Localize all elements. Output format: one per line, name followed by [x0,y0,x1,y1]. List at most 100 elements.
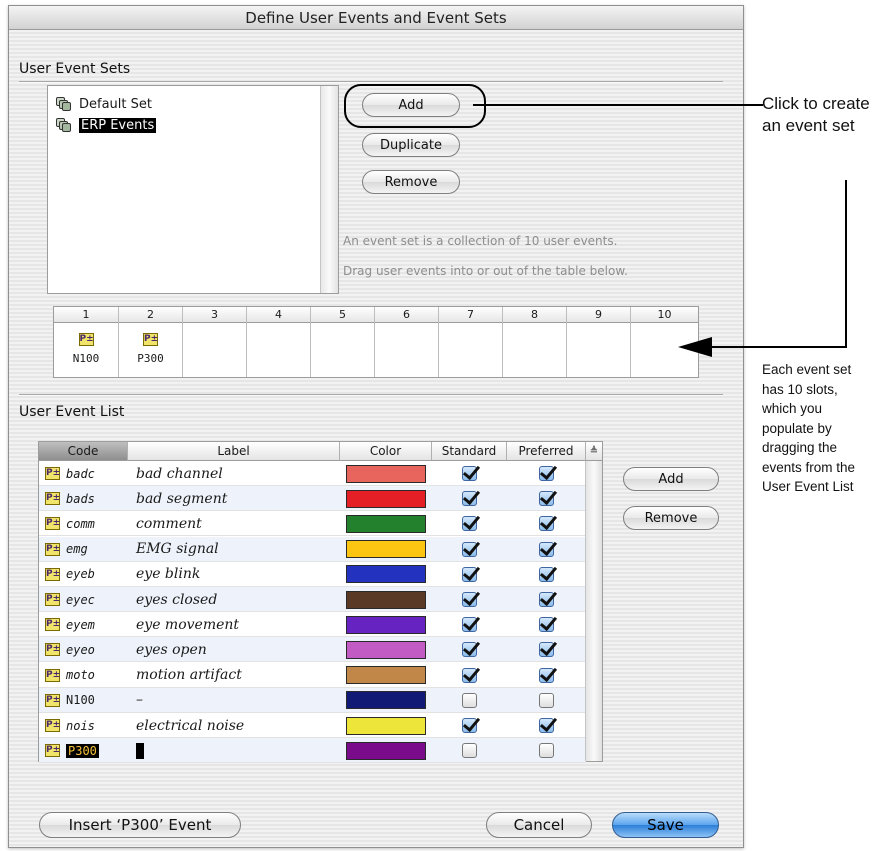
preferred-checkbox[interactable] [539,743,554,759]
color-cell[interactable] [340,738,432,763]
code-cell[interactable]: P± eyeo [45,637,127,662]
col-header-color[interactable]: Color [340,442,432,461]
color-swatch[interactable] [346,666,426,685]
preferred-checkbox[interactable] [539,642,554,658]
slot-7[interactable]: 7 [439,307,503,377]
table-row[interactable]: P± nois electrical noise [39,713,586,738]
table-row[interactable]: P± badc bad channel [39,461,586,486]
preferred-checkbox[interactable] [539,541,554,557]
color-cell[interactable] [340,713,432,738]
standard-checkbox[interactable] [462,642,477,658]
table-row[interactable]: P± eyeo eyes open [39,637,586,663]
color-swatch[interactable] [346,640,426,659]
sets-list-scrollbar[interactable] [320,86,338,293]
color-cell[interactable] [340,612,432,637]
insert-event-button[interactable]: Insert ‘P300’ Event [39,812,241,838]
code-cell[interactable]: P± eyeb [45,562,127,587]
label-cell[interactable]: bad segment [128,486,340,511]
standard-checkbox[interactable] [462,743,477,759]
table-row[interactable]: P± eyeb eye blink [39,562,586,587]
preferred-checkbox[interactable] [539,667,554,683]
standard-checkbox[interactable] [462,466,477,481]
color-swatch[interactable] [346,615,426,634]
color-cell[interactable] [340,688,432,713]
code-cell[interactable]: P± N100 [45,688,127,713]
add-event-button[interactable]: Add [623,467,719,491]
table-row[interactable]: P± moto motion artifact [39,663,586,688]
standard-checkbox[interactable] [462,491,477,507]
remove-event-button[interactable]: Remove [623,506,719,530]
color-swatch[interactable] [346,514,426,533]
preferred-checkbox[interactable] [539,516,554,532]
color-cell[interactable] [340,511,432,536]
user-event-table[interactable]: Code Label Color Standard Preferred ≜ P±… [38,441,603,764]
color-swatch[interactable] [346,565,426,584]
col-header-code[interactable]: Code [39,442,128,461]
code-cell[interactable]: P± moto [45,663,127,688]
code-cell[interactable]: P± P300 [45,738,127,763]
color-cell[interactable] [340,637,432,662]
color-swatch[interactable] [346,540,426,559]
table-row[interactable]: P± bads bad segment [39,486,586,512]
standard-checkbox[interactable] [462,566,477,582]
slot-4[interactable]: 4 [247,307,311,377]
table-row[interactable]: P± N100 – [39,687,586,713]
save-button[interactable]: Save [612,812,719,838]
table-row[interactable]: P± emg EMG signal [39,536,586,562]
label-cell[interactable]: electrical noise [128,713,340,738]
set-item-default[interactable]: Default Set [56,94,152,114]
slot-3[interactable]: 3 [183,307,247,377]
slot-1[interactable]: 1 P± N100 [54,307,119,377]
color-cell[interactable] [340,663,432,688]
slot-9[interactable]: 9 [567,307,631,377]
col-header-preferred[interactable]: Preferred [507,442,586,461]
slot-8[interactable]: 8 [503,307,567,377]
label-cell[interactable]: eye movement [128,612,340,637]
color-cell[interactable] [340,587,432,612]
table-row[interactable]: P± P300 [39,738,586,764]
remove-set-button[interactable]: Remove [362,170,460,194]
label-cell[interactable]: eyes open [128,637,340,662]
code-cell[interactable]: P± eyem [45,612,127,637]
label-cell[interactable]: EMG signal [128,537,340,562]
standard-checkbox[interactable] [462,617,477,633]
event-slots-table[interactable]: 1 P± N100 2 P± P300 3 4 5 6 7 8 9 10 [53,306,699,378]
table-row[interactable]: P± eyec eyes closed [39,587,586,612]
event-sets-list[interactable]: Default Set ERP Events [47,85,339,294]
color-cell[interactable] [340,461,432,486]
label-cell[interactable]: – [128,688,340,713]
color-swatch[interactable] [346,464,426,483]
label-cell[interactable] [128,738,340,763]
column-chooser-icon[interactable]: ≜ [585,442,602,461]
standard-checkbox[interactable] [462,667,477,683]
code-cell[interactable]: P± eyec [45,587,127,612]
preferred-checkbox[interactable] [539,617,554,633]
label-cell[interactable]: eyes closed [128,587,340,612]
preferred-checkbox[interactable] [539,592,554,607]
standard-checkbox[interactable] [462,692,477,708]
code-cell[interactable]: P± bads [45,486,127,511]
preferred-checkbox[interactable] [539,692,554,708]
preferred-checkbox[interactable] [539,466,554,481]
duplicate-set-button[interactable]: Duplicate [362,133,460,157]
code-cell[interactable]: P± badc [45,461,127,486]
color-cell[interactable] [340,486,432,511]
color-swatch[interactable] [346,691,426,710]
code-cell[interactable]: P± emg [45,537,127,562]
standard-checkbox[interactable] [462,516,477,532]
label-cell[interactable]: motion artifact [128,663,340,688]
cancel-button[interactable]: Cancel [486,812,592,838]
event-table-scrollbar[interactable] [585,461,602,761]
label-cell[interactable]: bad channel [128,461,340,486]
slot-5[interactable]: 5 [311,307,375,377]
preferred-checkbox[interactable] [539,718,554,733]
table-row[interactable]: P± eyem eye movement [39,612,586,638]
slot-2[interactable]: 2 P± P300 [119,307,183,377]
color-cell[interactable] [340,537,432,562]
color-swatch[interactable] [346,590,426,609]
table-row[interactable]: P± comm comment [39,511,586,537]
color-swatch[interactable] [346,489,426,508]
label-cell[interactable]: eye blink [128,562,340,587]
color-swatch[interactable] [346,716,426,735]
col-header-label[interactable]: Label [128,442,340,461]
